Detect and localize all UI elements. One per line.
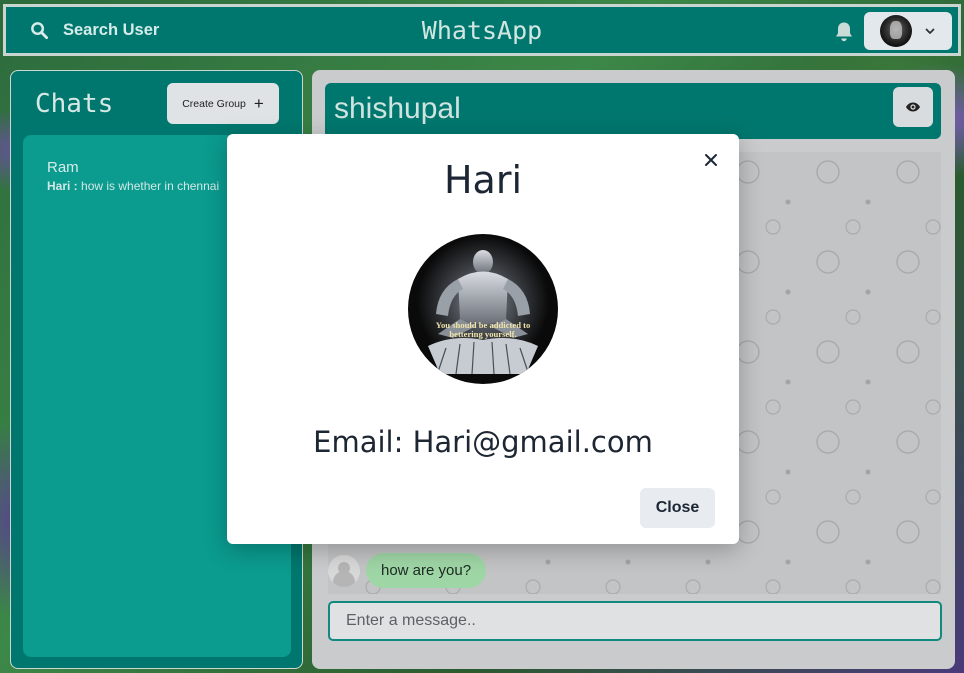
modal-close-button[interactable] [701, 150, 721, 170]
close-icon [705, 154, 717, 166]
profile-image: You should be addicted to bettering your… [408, 234, 558, 384]
modal-email: Email: Hari@gmail.com [313, 425, 653, 459]
modal-title: Hari [443, 158, 523, 202]
close-button[interactable]: Close [640, 488, 715, 528]
profile-picture: You should be addicted to bettering your… [408, 234, 558, 384]
image-caption-line2: bettering yourself. [449, 329, 516, 339]
profile-modal: Hari You should be addicted to bettering… [227, 134, 739, 544]
